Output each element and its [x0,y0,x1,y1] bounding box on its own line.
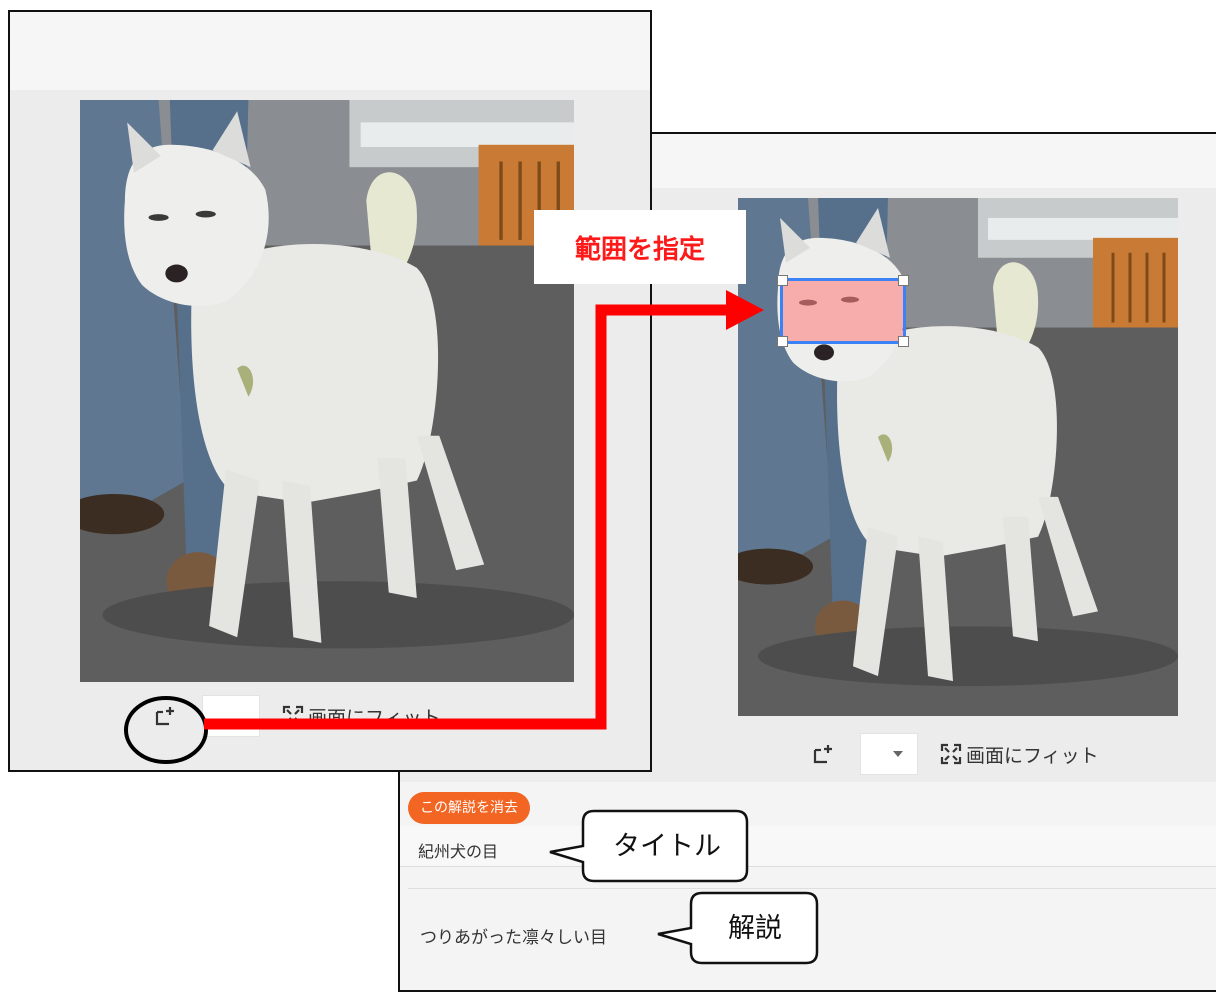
resize-handle[interactable] [898,336,909,347]
fit-screen-icon [282,705,304,727]
resize-handle[interactable] [777,336,788,347]
top-bar [10,12,650,91]
add-region-button[interactable] [150,701,180,731]
resize-handle[interactable] [777,275,788,286]
add-region-icon [155,707,174,726]
zoom-select[interactable] [860,733,918,775]
add-region-icon [813,745,832,764]
fit-to-screen-label: 画面にフィット [966,744,1099,767]
add-region-button[interactable] [808,739,838,769]
image-viewer [10,90,650,770]
left-screenshot-panel: 画面にフィット [8,10,652,772]
annotation-title-field[interactable]: 紀州犬の目 [400,826,1216,867]
chevron-down-icon [893,751,903,757]
dog-photo [80,100,574,682]
image-toolbar: 画面にフィット [808,732,1099,776]
selection-rectangle[interactable] [777,275,909,347]
annotation-title-value: 紀州犬の目 [418,842,499,861]
title-callout-text: タイトル [613,831,721,862]
fit-to-screen-button[interactable]: 画面にフィット [940,741,1099,768]
instruction-banner: 範囲を指定 [534,210,746,284]
fit-to-screen-label: 画面にフィット [308,706,441,729]
fit-to-screen-button[interactable]: 画面にフィット [282,703,441,730]
description-callout-text: 解説 [728,913,782,944]
delete-annotation-button[interactable]: この解説を消去 [408,792,530,824]
instruction-text: 範囲を指定 [574,234,705,265]
resize-handle[interactable] [898,275,909,286]
annotation-description-value: つりあがった凛々しい目 [420,928,607,948]
image-toolbar: 画面にフィット [150,694,441,738]
dog-photo [738,198,1178,716]
fit-screen-icon [940,743,962,765]
zoom-select[interactable] [202,695,260,737]
